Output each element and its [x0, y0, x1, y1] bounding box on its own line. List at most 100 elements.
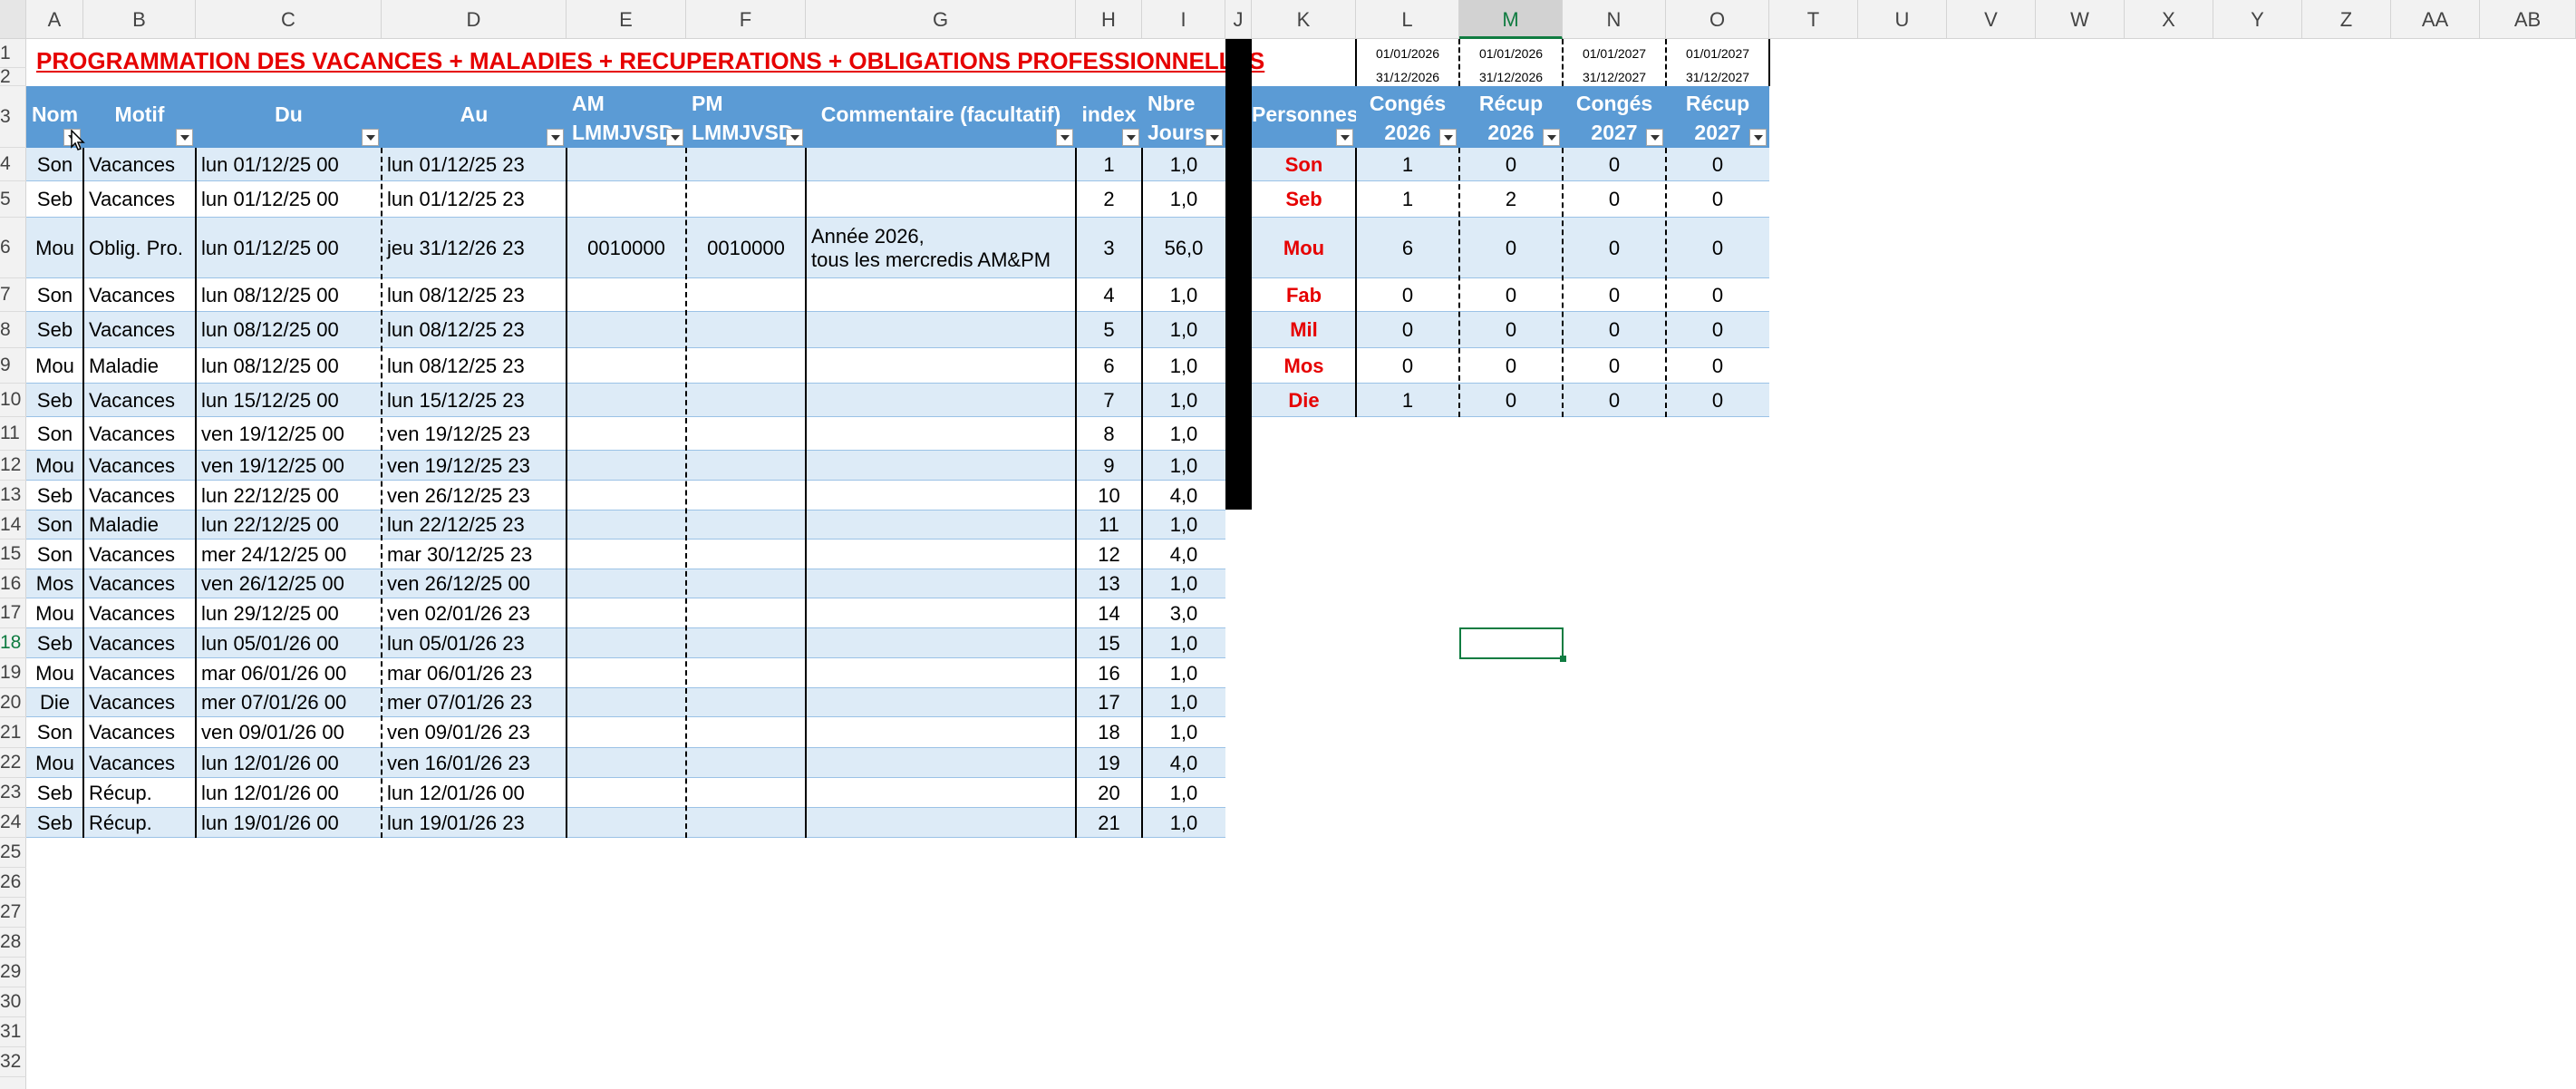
header-F[interactable]: PM LMMJVSD [686, 86, 806, 148]
cell-H5[interactable]: 2 [1076, 181, 1142, 218]
summary-cell-N5[interactable]: 0 [1563, 181, 1666, 218]
summary-cell-M7[interactable]: 0 [1459, 278, 1563, 312]
cell-D5[interactable]: lun 01/12/25 23 [382, 181, 567, 218]
chevron-down-icon[interactable] [786, 129, 803, 146]
cell-A6[interactable]: Mou [26, 218, 83, 278]
cell-E22[interactable] [567, 748, 686, 778]
cell-F22[interactable] [686, 748, 806, 778]
summary-cell-L9[interactable]: 0 [1356, 348, 1459, 384]
row-header-29[interactable]: 29 [0, 958, 26, 987]
cell-E21[interactable] [567, 717, 686, 748]
header-D[interactable]: Au [382, 86, 567, 148]
row-header-19[interactable]: 19 [0, 658, 26, 688]
summary-cell-N7[interactable]: 0 [1563, 278, 1666, 312]
cell-B8[interactable]: Vacances [83, 312, 196, 348]
column-header-I[interactable]: I [1142, 0, 1225, 39]
summary-cell-O7[interactable]: 0 [1666, 278, 1769, 312]
cell-F4[interactable] [686, 148, 806, 181]
cell-B7[interactable]: Vacances [83, 278, 196, 312]
row-header-15[interactable]: 15 [0, 540, 26, 569]
cell-A10[interactable]: Seb [26, 384, 83, 417]
cell-C8[interactable]: lun 08/12/25 00 [196, 312, 382, 348]
cell-H17[interactable]: 14 [1076, 598, 1142, 628]
column-header-O[interactable]: O [1666, 0, 1769, 39]
cell-A8[interactable]: Seb [26, 312, 83, 348]
column-header-F[interactable]: F [686, 0, 806, 39]
summary-cell-L4[interactable]: 1 [1356, 148, 1459, 181]
cell-C15[interactable]: mer 24/12/25 00 [196, 540, 382, 569]
cell-H12[interactable]: 9 [1076, 451, 1142, 481]
summary-header-K[interactable]: Personnes [1252, 86, 1356, 148]
row-header-4[interactable]: 4 [0, 148, 26, 181]
cell-I11[interactable]: 1,0 [1142, 417, 1225, 451]
summary-cell-M9[interactable]: 0 [1459, 348, 1563, 384]
cell-F12[interactable] [686, 451, 806, 481]
cell-G16[interactable] [806, 569, 1076, 598]
cell-C23[interactable]: lun 12/01/26 00 [196, 778, 382, 808]
cell-H16[interactable]: 13 [1076, 569, 1142, 598]
cell-I20[interactable]: 1,0 [1142, 688, 1225, 717]
column-header-J[interactable]: J [1225, 0, 1252, 39]
cell-E24[interactable] [567, 808, 686, 838]
column-header-W[interactable]: W [2036, 0, 2125, 39]
cell-H11[interactable]: 8 [1076, 417, 1142, 451]
cell-G17[interactable] [806, 598, 1076, 628]
cell-C9[interactable]: lun 08/12/25 00 [196, 348, 382, 384]
cell-C12[interactable]: ven 19/12/25 00 [196, 451, 382, 481]
cell-B14[interactable]: Maladie [83, 510, 196, 540]
summary-cell-K8[interactable]: Mil [1252, 312, 1356, 348]
cell-A12[interactable]: Mou [26, 451, 83, 481]
cell-E13[interactable] [567, 481, 686, 510]
summary-cell-L6[interactable]: 6 [1356, 218, 1459, 278]
cell-E18[interactable] [567, 628, 686, 658]
cell-G22[interactable] [806, 748, 1076, 778]
column-header-G[interactable]: G [806, 0, 1076, 39]
cell-E19[interactable] [567, 658, 686, 688]
row-header-31[interactable]: 31 [0, 1017, 26, 1047]
cell-C11[interactable]: ven 19/12/25 00 [196, 417, 382, 451]
cell-G4[interactable] [806, 148, 1076, 181]
row-header-28[interactable]: 28 [0, 928, 26, 958]
cell-D4[interactable]: lun 01/12/25 23 [382, 148, 567, 181]
cell-A13[interactable]: Seb [26, 481, 83, 510]
cell-F23[interactable] [686, 778, 806, 808]
selected-cell[interactable] [1459, 627, 1566, 662]
row-header-16[interactable]: 16 [0, 569, 26, 598]
cell-F19[interactable] [686, 658, 806, 688]
summary-cell-O4[interactable]: 0 [1666, 148, 1769, 181]
chevron-down-icon[interactable] [547, 129, 564, 146]
cell-E17[interactable] [567, 598, 686, 628]
summary-cell-N9[interactable]: 0 [1563, 348, 1666, 384]
cell-E14[interactable] [567, 510, 686, 540]
row-header-18[interactable]: 18 [0, 628, 26, 658]
column-header-E[interactable]: E [567, 0, 686, 39]
column-header-M[interactable]: M [1459, 0, 1563, 39]
cell-I14[interactable]: 1,0 [1142, 510, 1225, 540]
cell-F17[interactable] [686, 598, 806, 628]
cell-G18[interactable] [806, 628, 1076, 658]
cell-G7[interactable] [806, 278, 1076, 312]
cell-F6[interactable]: 0010000 [686, 218, 806, 278]
cell-C7[interactable]: lun 08/12/25 00 [196, 278, 382, 312]
row-header-9[interactable]: 9 [0, 348, 26, 384]
cell-B15[interactable]: Vacances [83, 540, 196, 569]
cell-I12[interactable]: 1,0 [1142, 451, 1225, 481]
cell-C18[interactable]: lun 05/01/26 00 [196, 628, 382, 658]
cell-C6[interactable]: lun 01/12/25 00 [196, 218, 382, 278]
cell-H21[interactable]: 18 [1076, 717, 1142, 748]
cell-D19[interactable]: mar 06/01/26 23 [382, 658, 567, 688]
summary-header-M[interactable]: Récup 2026 [1459, 86, 1563, 148]
summary-cell-O9[interactable]: 0 [1666, 348, 1769, 384]
cell-I24[interactable]: 1,0 [1142, 808, 1225, 838]
row-header-30[interactable]: 30 [0, 987, 26, 1017]
cell-H9[interactable]: 6 [1076, 348, 1142, 384]
cell-F11[interactable] [686, 417, 806, 451]
row-header-22[interactable]: 22 [0, 748, 26, 778]
cell-D11[interactable]: ven 19/12/25 23 [382, 417, 567, 451]
column-header-T[interactable]: T [1769, 0, 1858, 39]
cell-D17[interactable]: ven 02/01/26 23 [382, 598, 567, 628]
column-header-L[interactable]: L [1356, 0, 1459, 39]
summary-cell-M5[interactable]: 2 [1459, 181, 1563, 218]
cell-F15[interactable] [686, 540, 806, 569]
row-header-23[interactable]: 23 [0, 778, 26, 808]
